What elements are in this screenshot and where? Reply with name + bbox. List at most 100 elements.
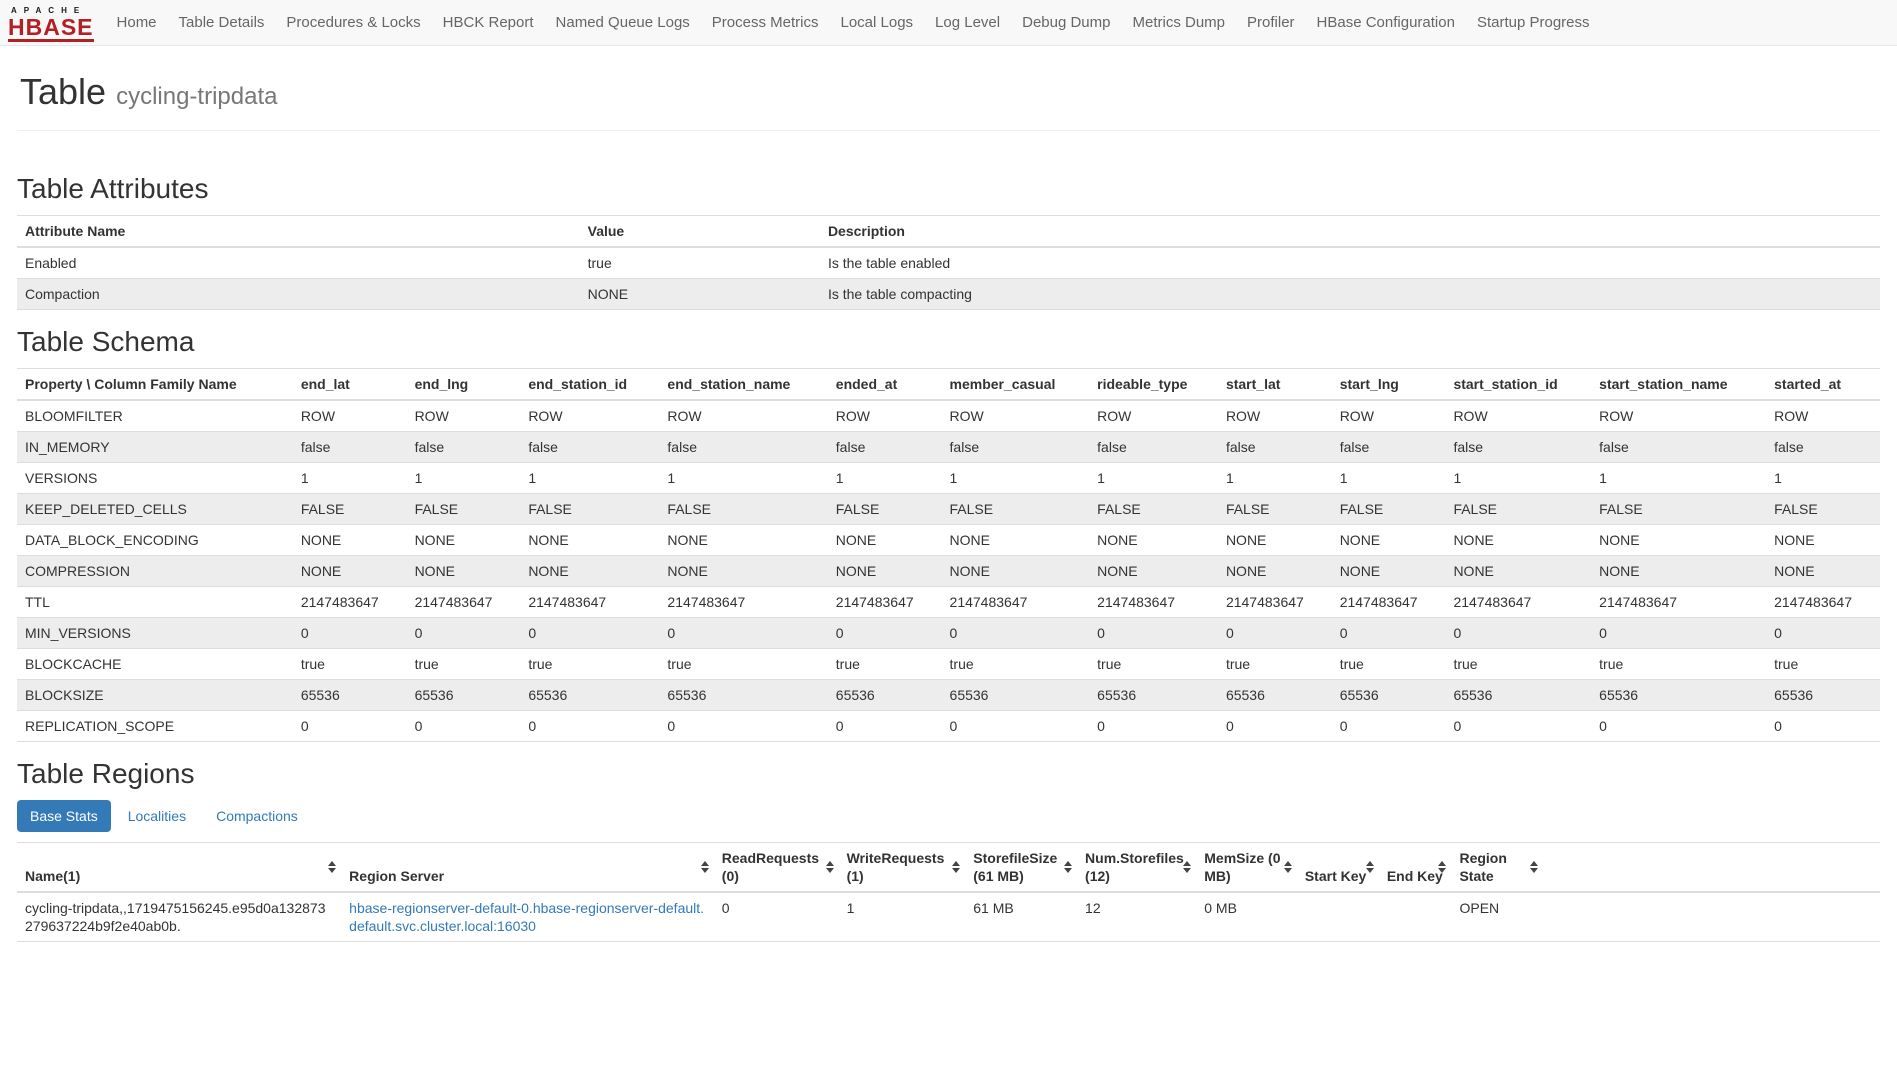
schema-value-in-memory-member-casual: false (942, 432, 1090, 463)
nav-item-log-level: Log Level (924, 0, 1011, 46)
schema-value-compression-start-lng: NONE (1332, 556, 1446, 587)
schema-property-name: COMPRESSION (17, 556, 293, 587)
region-state: OPEN (1451, 892, 1542, 942)
nav-link-local-logs[interactable]: Local Logs (829, 0, 924, 46)
schema-value-bloomfilter-end-station-id: ROW (520, 400, 659, 432)
attribute-description: Is the table enabled (820, 247, 1880, 279)
schema-value-ttl-start-station-id: 2147483647 (1445, 587, 1591, 618)
tab-compactions: Compactions (203, 800, 311, 832)
schema-property-name: KEEP_DELETED_CELLS (17, 494, 293, 525)
nav-link-debug-dump[interactable]: Debug Dump (1011, 0, 1121, 46)
regions-col-writerequests-1[interactable]: WriteRequests (1) (839, 843, 966, 893)
nav-link-hbck-report[interactable]: HBCK Report (432, 0, 545, 46)
schema-value-bloomfilter-started-at: ROW (1766, 400, 1880, 432)
region-server-link[interactable]: hbase-regionserver-default-0.hbase-regio… (349, 900, 704, 934)
nav-link-startup-progress[interactable]: Startup Progress (1466, 0, 1601, 46)
schema-value-bloomfilter-end-station-name: ROW (659, 400, 827, 432)
page-title: Table (20, 71, 106, 112)
nav-item-local-logs: Local Logs (829, 0, 924, 46)
sort-down-arrow (1366, 868, 1374, 873)
regions-col-region-state[interactable]: Region State (1451, 843, 1542, 893)
sort-down-arrow (952, 868, 960, 873)
schema-family-end-station-name: end_station_name (659, 369, 827, 401)
schema-value-bloomfilter-rideable-type: ROW (1089, 400, 1218, 432)
sort-down-arrow (1183, 868, 1191, 873)
schema-value-blocksize-member-casual: 65536 (942, 680, 1090, 711)
schema-value-blocksize-start-lat: 65536 (1218, 680, 1332, 711)
schema-table: Property \ Column Family Nameend_latend_… (17, 368, 1880, 742)
schema-value-replication-scope-rideable-type: 0 (1089, 711, 1218, 742)
nav-link-procedures-locks[interactable]: Procedures & Locks (275, 0, 431, 46)
schema-value-data-block-encoding-rideable-type: NONE (1089, 525, 1218, 556)
schema-property-name: IN_MEMORY (17, 432, 293, 463)
regions-col-readrequests-0[interactable]: ReadRequests (0) (714, 843, 839, 893)
schema-value-compression-rideable-type: NONE (1089, 556, 1218, 587)
sort-up-arrow (952, 861, 960, 866)
schema-value-ttl-end-station-id: 2147483647 (520, 587, 659, 618)
region-server-cell: hbase-regionserver-default-0.hbase-regio… (341, 892, 714, 942)
hbase-logo[interactable]: APACHE HBASE (8, 4, 94, 42)
schema-value-in-memory-started-at: false (1766, 432, 1880, 463)
region-write-requests: 1 (839, 892, 966, 942)
sort-up-arrow (328, 861, 336, 866)
sort-up-arrow (1366, 861, 1374, 866)
tab-link-compactions[interactable]: Compactions (203, 800, 311, 832)
nav-link-metrics-dump[interactable]: Metrics Dump (1122, 0, 1237, 46)
nav-link-table-details[interactable]: Table Details (168, 0, 276, 46)
regions-col-memsize-0-mb[interactable]: MemSize (0 MB) (1196, 843, 1297, 893)
schema-value-data-block-encoding-end-lat: NONE (293, 525, 407, 556)
regions-tabs: Base StatsLocalitiesCompactions (17, 800, 1880, 832)
schema-value-data-block-encoding-start-lng: NONE (1332, 525, 1446, 556)
schema-value-blockcache-start-lng: true (1332, 649, 1446, 680)
regions-col-label-num-storefiles-12: Num.Storefiles (12) (1085, 850, 1184, 884)
attribute-value: true (580, 247, 820, 279)
sort-icon (1183, 861, 1191, 873)
regions-col-region-server[interactable]: Region Server (341, 843, 714, 893)
attributes-col-value: Value (580, 216, 820, 248)
schema-value-in-memory-end-station-name: false (659, 432, 827, 463)
schema-value-versions-member-casual: 1 (942, 463, 1090, 494)
schema-family-end-station-id: end_station_id (520, 369, 659, 401)
schema-row-replication-scope: REPLICATION_SCOPE000000000000 (17, 711, 1880, 742)
nav-link-process-metrics[interactable]: Process Metrics (701, 0, 830, 46)
nav-link-log-level[interactable]: Log Level (924, 0, 1011, 46)
regions-col-start-key[interactable]: Start Key (1297, 843, 1379, 893)
nav-link-profiler[interactable]: Profiler (1236, 0, 1306, 46)
tab-localities: Localities (115, 800, 199, 832)
schema-value-ttl-start-lng: 2147483647 (1332, 587, 1446, 618)
tab-link-base-stats[interactable]: Base Stats (17, 800, 111, 832)
region-storefile-size: 61 MB (965, 892, 1077, 942)
schema-value-blocksize-start-station-id: 65536 (1445, 680, 1591, 711)
schema-value-blockcache-end-station-name: true (659, 649, 827, 680)
schema-value-ttl-member-casual: 2147483647 (942, 587, 1090, 618)
regions-col-label-region-state: Region State (1459, 850, 1506, 884)
schema-value-data-block-encoding-end-station-id: NONE (520, 525, 659, 556)
regions-col-name-1[interactable]: Name(1) (17, 843, 341, 893)
region-name: cycling-tripdata,,1719475156245.e95d0a13… (17, 892, 341, 942)
schema-value-bloomfilter-member-casual: ROW (942, 400, 1090, 432)
schema-header-row: Property \ Column Family Nameend_latend_… (17, 369, 1880, 401)
nav-link-hbase-configuration[interactable]: HBase Configuration (1306, 0, 1466, 46)
schema-value-replication-scope-started-at: 0 (1766, 711, 1880, 742)
schema-value-min-versions-end-lng: 0 (407, 618, 521, 649)
nav-item-debug-dump: Debug Dump (1011, 0, 1121, 46)
regions-col-label-region-server: Region Server (349, 868, 444, 884)
table-schema-section: Table Schema Property \ Column Family Na… (17, 326, 1880, 742)
nav-link-home[interactable]: Home (106, 0, 168, 46)
schema-value-compression-end-station-name: NONE (659, 556, 827, 587)
attributes-heading: Table Attributes (17, 173, 1880, 205)
attribute-value: NONE (580, 279, 820, 310)
regions-col-storefilesize-61-mb[interactable]: StorefileSize (61 MB) (965, 843, 1077, 893)
schema-value-min-versions-started-at: 0 (1766, 618, 1880, 649)
schema-value-ttl-ended-at: 2147483647 (828, 587, 942, 618)
navbar-menu: HomeTable DetailsProcedures & LocksHBCK … (106, 0, 1601, 46)
schema-value-bloomfilter-start-lng: ROW (1332, 400, 1446, 432)
tab-link-localities[interactable]: Localities (115, 800, 199, 832)
regions-col-end-key[interactable]: End Key (1379, 843, 1452, 893)
regions-col-label-writerequests-1: WriteRequests (1) (847, 850, 945, 884)
nav-item-home: Home (106, 0, 168, 46)
regions-col-num-storefiles-12[interactable]: Num.Storefiles (12) (1077, 843, 1196, 893)
nav-link-named-queue-logs[interactable]: Named Queue Logs (545, 0, 701, 46)
schema-value-versions-start-station-id: 1 (1445, 463, 1591, 494)
table-regions-section: Table Regions Base StatsLocalitiesCompac… (17, 758, 1880, 942)
